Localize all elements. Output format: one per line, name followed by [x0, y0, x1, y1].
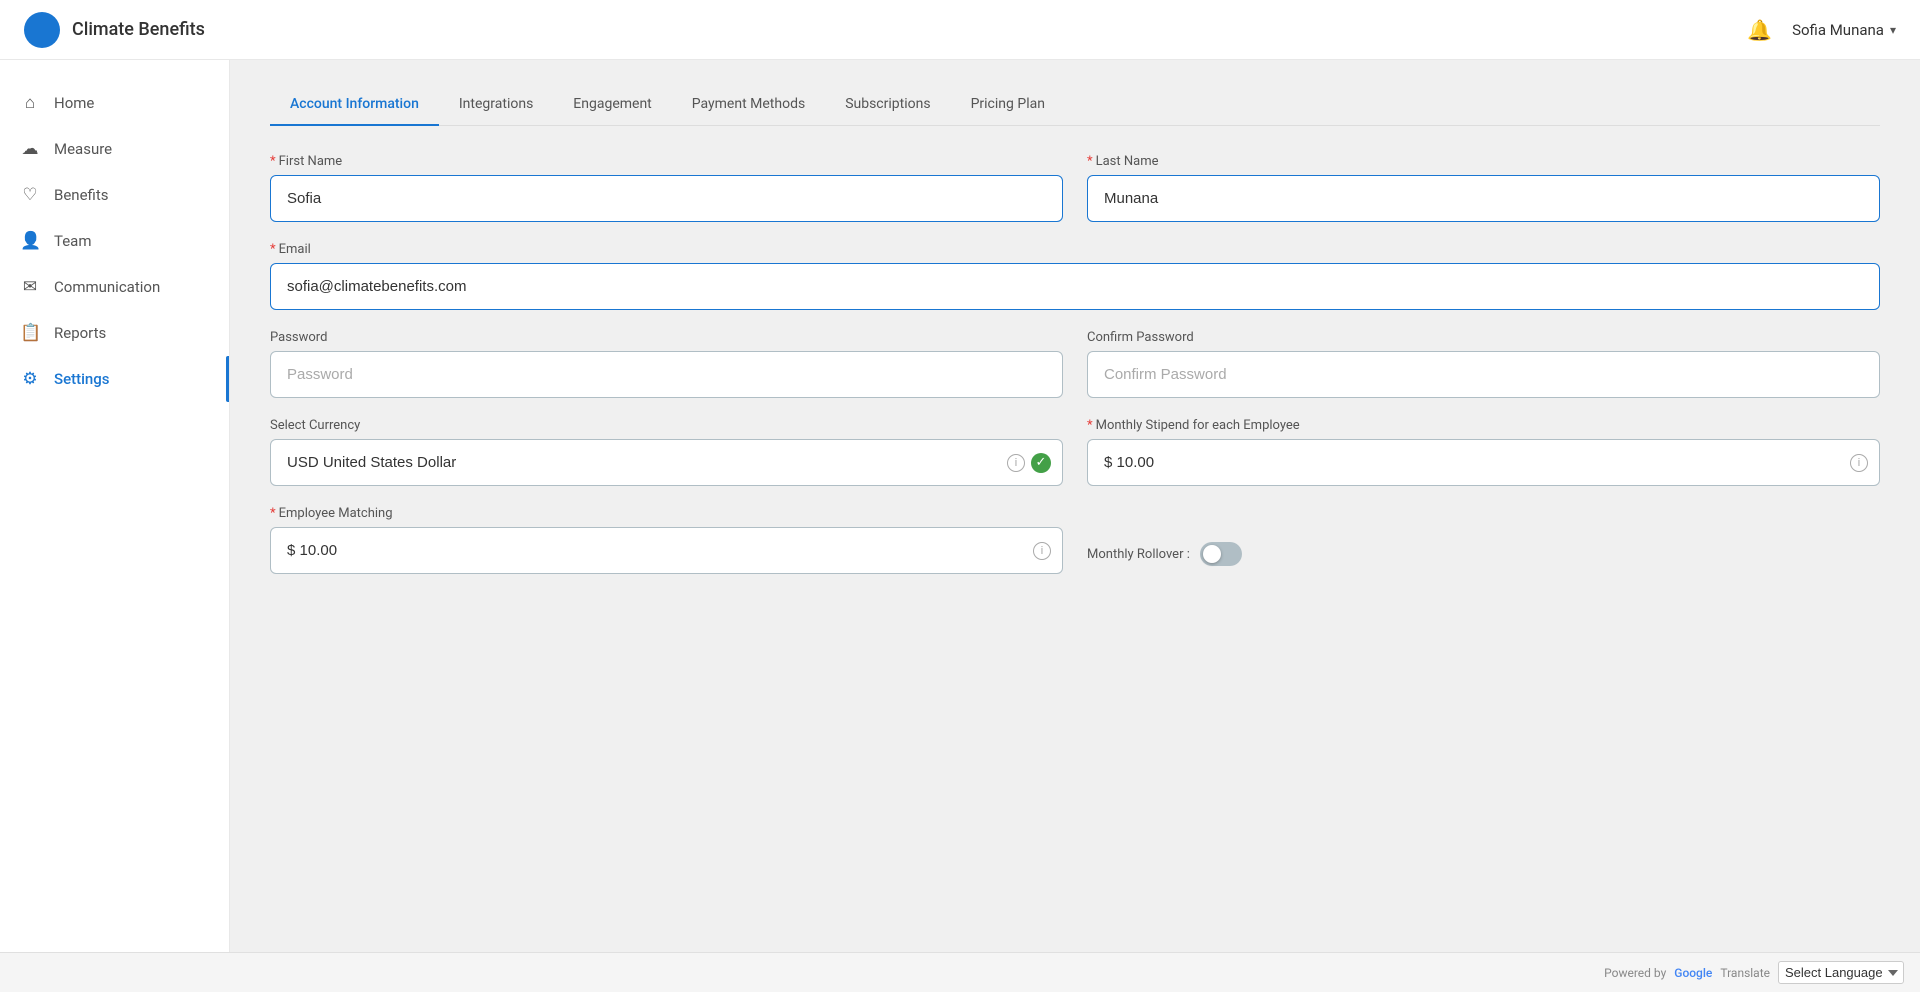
confirm-password-group: Confirm Password: [1087, 330, 1880, 398]
stipend-info-icon[interactable]: i: [1850, 454, 1868, 472]
sidebar-label-measure: Measure: [54, 140, 112, 158]
password-row: Password Confirm Password: [270, 330, 1880, 398]
currency-wrapper: i ✓: [270, 439, 1063, 486]
email-input[interactable]: [270, 263, 1880, 310]
confirm-password-label: Confirm Password: [1087, 330, 1880, 345]
reports-icon: 📋: [20, 323, 40, 343]
team-icon: 👤: [20, 231, 40, 251]
user-name-label: Sofia Munana: [1792, 21, 1884, 39]
matching-icons: i: [1033, 542, 1051, 560]
password-input[interactable]: [270, 351, 1063, 398]
home-icon: ⌂: [20, 93, 40, 113]
logo-circle: [24, 12, 60, 48]
currency-input[interactable]: [270, 439, 1063, 486]
matching-rollover-row: *Employee Matching i Monthly Rollover :: [270, 506, 1880, 574]
chevron-down-icon: ▾: [1890, 23, 1896, 37]
currency-stipend-row: Select Currency i ✓ *Monthly Stipend for…: [270, 418, 1880, 486]
stipend-input[interactable]: [1087, 439, 1880, 486]
footer-bar: Powered by Google Translate Select Langu…: [0, 952, 1920, 992]
user-menu[interactable]: Sofia Munana ▾: [1792, 21, 1896, 39]
layout: ⌂ Home ☁ Measure ♡ Benefits 👤 Team ✉ Com…: [0, 0, 1920, 992]
currency-info-icon[interactable]: i: [1007, 454, 1025, 472]
sidebar-label-home: Home: [54, 94, 94, 112]
sidebar-item-benefits[interactable]: ♡ Benefits: [0, 172, 229, 218]
employee-matching-input[interactable]: [270, 527, 1063, 574]
account-info-form: *First Name *Last Name *Email: [270, 154, 1880, 574]
monthly-rollover-toggle[interactable]: [1200, 542, 1242, 566]
toggle-knob: [1203, 545, 1221, 563]
last-name-input[interactable]: [1087, 175, 1880, 222]
first-name-group: *First Name: [270, 154, 1063, 222]
header-left: Climate Benefits: [24, 12, 205, 48]
powered-by-text: Powered by: [1604, 966, 1666, 980]
language-select[interactable]: Select Language: [1778, 961, 1904, 984]
rollover-inline: Monthly Rollover :: [1087, 542, 1880, 566]
first-name-label: *First Name: [270, 154, 1063, 169]
notification-bell-icon[interactable]: 🔔: [1747, 18, 1772, 42]
google-text: Google: [1674, 966, 1712, 980]
employee-matching-label: *Employee Matching: [270, 506, 1063, 521]
email-row: *Email: [270, 242, 1880, 310]
tab-payment-methods[interactable]: Payment Methods: [672, 84, 825, 126]
main-content: Account Information Integrations Engagem…: [230, 60, 1920, 992]
tab-subscriptions[interactable]: Subscriptions: [825, 84, 950, 126]
email-group: *Email: [270, 242, 1880, 310]
sidebar-item-team[interactable]: 👤 Team: [0, 218, 229, 264]
stipend-wrapper: i: [1087, 439, 1880, 486]
email-label: *Email: [270, 242, 1880, 257]
sidebar-item-home[interactable]: ⌂ Home: [0, 80, 229, 126]
sidebar-label-settings: Settings: [54, 370, 110, 388]
sidebar-label-benefits: Benefits: [54, 186, 109, 204]
sidebar-item-reports[interactable]: 📋 Reports: [0, 310, 229, 356]
stipend-group: *Monthly Stipend for each Employee i: [1087, 418, 1880, 486]
communication-icon: ✉: [20, 277, 40, 297]
measure-icon: ☁: [20, 139, 40, 159]
settings-icon: ⚙: [20, 369, 40, 389]
sidebar-item-communication[interactable]: ✉ Communication: [0, 264, 229, 310]
sidebar-label-communication: Communication: [54, 278, 160, 296]
last-name-label: *Last Name: [1087, 154, 1880, 169]
password-group: Password: [270, 330, 1063, 398]
header-right: 🔔 Sofia Munana ▾: [1747, 18, 1896, 42]
monthly-rollover-group: Monthly Rollover :: [1087, 506, 1880, 566]
app-name: Climate Benefits: [72, 19, 205, 40]
stipend-label: *Monthly Stipend for each Employee: [1087, 418, 1880, 433]
stipend-icons: i: [1850, 454, 1868, 472]
currency-icons: i ✓: [1007, 453, 1051, 473]
sidebar-item-measure[interactable]: ☁ Measure: [0, 126, 229, 172]
employee-matching-group: *Employee Matching i: [270, 506, 1063, 574]
password-label: Password: [270, 330, 1063, 345]
sidebar: ⌂ Home ☁ Measure ♡ Benefits 👤 Team ✉ Com…: [0, 60, 230, 992]
tab-integrations[interactable]: Integrations: [439, 84, 553, 126]
matching-wrapper: i: [270, 527, 1063, 574]
matching-info-icon[interactable]: i: [1033, 542, 1051, 560]
currency-group: Select Currency i ✓: [270, 418, 1063, 486]
currency-check-icon: ✓: [1031, 453, 1051, 473]
sidebar-label-reports: Reports: [54, 324, 106, 342]
confirm-password-input[interactable]: [1087, 351, 1880, 398]
name-row: *First Name *Last Name: [270, 154, 1880, 222]
first-name-input[interactable]: [270, 175, 1063, 222]
monthly-rollover-label: Monthly Rollover :: [1087, 547, 1190, 562]
translate-text: Translate: [1720, 966, 1770, 980]
tab-pricing-plan[interactable]: Pricing Plan: [951, 84, 1065, 126]
benefits-icon: ♡: [20, 185, 40, 205]
last-name-group: *Last Name: [1087, 154, 1880, 222]
tab-account-information[interactable]: Account Information: [270, 84, 439, 126]
tab-engagement[interactable]: Engagement: [553, 84, 671, 126]
sidebar-label-team: Team: [54, 232, 92, 250]
sidebar-item-settings[interactable]: ⚙ Settings: [0, 356, 229, 402]
app-header: Climate Benefits 🔔 Sofia Munana ▾: [0, 0, 1920, 60]
currency-label: Select Currency: [270, 418, 1063, 433]
tab-bar: Account Information Integrations Engagem…: [270, 84, 1880, 126]
